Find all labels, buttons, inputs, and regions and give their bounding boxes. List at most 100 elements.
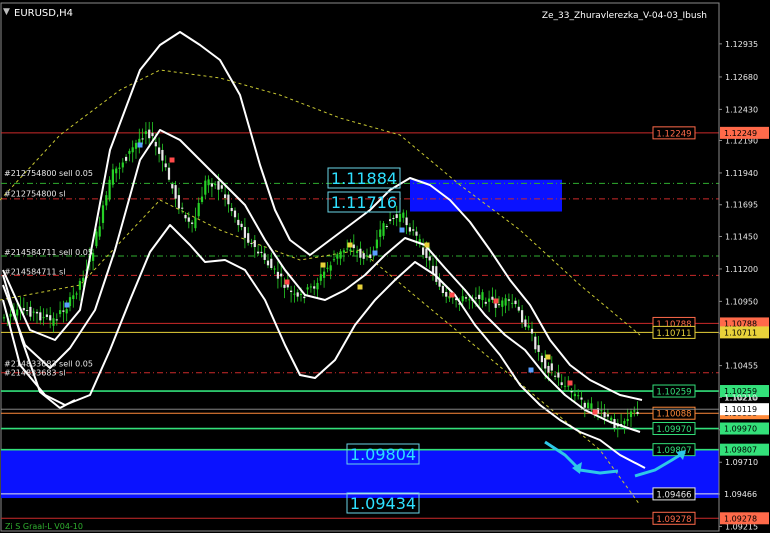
bottom-indicator-label: Zi S Graal-L V04-10: [5, 522, 83, 531]
candle-body: [497, 304, 501, 306]
candle-body: [534, 336, 537, 350]
candle-body: [504, 298, 507, 306]
zone-price-label: 1.11716: [331, 193, 397, 212]
candle-body: [62, 310, 65, 312]
level-price-text: 1.09970: [656, 425, 691, 435]
signal-marker: [284, 279, 290, 285]
candle-body: [461, 296, 464, 302]
scale-level-text: 1.09278: [724, 514, 757, 523]
candle-body: [464, 297, 468, 299]
candle-body: [26, 310, 29, 312]
level-price-tag: 1.10259: [652, 384, 696, 398]
order-label: #212754800 sell 0.05: [4, 169, 93, 178]
candle-body: [280, 273, 283, 277]
candle-body: [425, 248, 428, 258]
candle-body: [441, 285, 444, 294]
signal-marker: [567, 380, 573, 386]
level-price-tag: 1.10711: [652, 325, 696, 339]
level-price-text: 1.12249: [656, 129, 691, 139]
candle-body: [359, 248, 362, 258]
candle-body: [484, 301, 487, 304]
candle-body: [42, 317, 45, 319]
candle-body: [105, 195, 108, 206]
candle-body: [204, 180, 207, 195]
candle-body: [9, 313, 12, 317]
candle-body: [224, 194, 227, 198]
candle-body: [573, 393, 576, 397]
candle-body: [514, 300, 517, 305]
candle-body: [356, 251, 359, 253]
candle-body: [290, 290, 293, 292]
candle-body: [16, 309, 19, 316]
price-chart[interactable]: 1.122491.107881.107111.102591.100881.099…: [0, 0, 770, 533]
candle-body: [29, 306, 32, 317]
candle-body: [550, 363, 553, 371]
candle-body: [32, 311, 35, 313]
level-price-tag: 1.09278: [652, 511, 696, 525]
price-tick-label: 1.11940: [725, 169, 758, 178]
candle-body: [194, 217, 197, 229]
signal-marker: [64, 302, 70, 308]
candle-body: [610, 417, 613, 421]
candle-body: [379, 229, 382, 237]
candle-body: [200, 196, 204, 203]
candle-body: [233, 210, 237, 218]
candle-body: [260, 251, 263, 253]
candle-body: [560, 382, 563, 386]
candle-body: [171, 184, 174, 189]
candle-body: [39, 312, 42, 321]
candle-body: [237, 219, 240, 226]
candle-body: [590, 403, 593, 409]
candle-body: [276, 271, 279, 279]
candle-body: [527, 325, 530, 328]
chevron-down-icon[interactable]: ▼: [3, 7, 10, 17]
signal-marker: [169, 157, 175, 163]
zone-price-label: 1.09434: [350, 494, 416, 513]
candle-body: [316, 282, 319, 290]
candle-body: [606, 414, 609, 417]
candle-body: [415, 231, 418, 236]
candle-body: [530, 328, 534, 334]
candle-body: [35, 311, 39, 314]
candle-body: [600, 410, 603, 412]
candle-body: [329, 265, 332, 271]
candle-body: [191, 222, 194, 224]
zone-price-label: 1.11884: [331, 169, 397, 188]
signal-marker: [528, 367, 534, 373]
level-price-text: 1.10259: [656, 388, 691, 398]
candle-body: [382, 223, 385, 236]
zone-box-upper: [410, 179, 562, 212]
level-price-tag: 1.12249: [652, 126, 696, 139]
scale-extra-label: 1.10210: [724, 393, 757, 402]
candle-body: [65, 309, 68, 314]
candle-body: [121, 162, 124, 168]
candle-body: [445, 291, 448, 297]
zone-price-label: 1.09804: [350, 445, 416, 464]
candle-body: [59, 310, 62, 315]
candle-body: [243, 226, 246, 238]
signal-marker: [449, 292, 455, 298]
candle-body: [210, 183, 213, 187]
price-tick-label: 1.12935: [725, 40, 758, 49]
order-label: #214584711 sell 0.05: [4, 248, 93, 257]
candle-body: [111, 169, 114, 185]
candle-body: [273, 268, 276, 270]
signal-marker: [320, 262, 326, 268]
candle-body: [524, 319, 527, 327]
candle-body: [95, 231, 98, 247]
candle-body: [313, 286, 316, 289]
signal-marker: [424, 242, 430, 248]
candle-body: [557, 372, 560, 378]
price-tick-label: 1.11450: [725, 233, 758, 242]
scale-level-text: 1.09807: [724, 446, 757, 455]
candle-body: [481, 292, 484, 301]
candle-body: [177, 195, 180, 209]
level-price-text: 1.09466: [656, 490, 691, 500]
order-label: #214833683 sell 0.05: [4, 360, 93, 369]
symbol-label: EURUSD,H4: [14, 8, 73, 19]
candle-body: [174, 185, 177, 199]
candle-body: [326, 267, 329, 269]
candle-body: [108, 179, 111, 200]
candle-body: [385, 226, 388, 228]
candle-body: [263, 253, 266, 260]
